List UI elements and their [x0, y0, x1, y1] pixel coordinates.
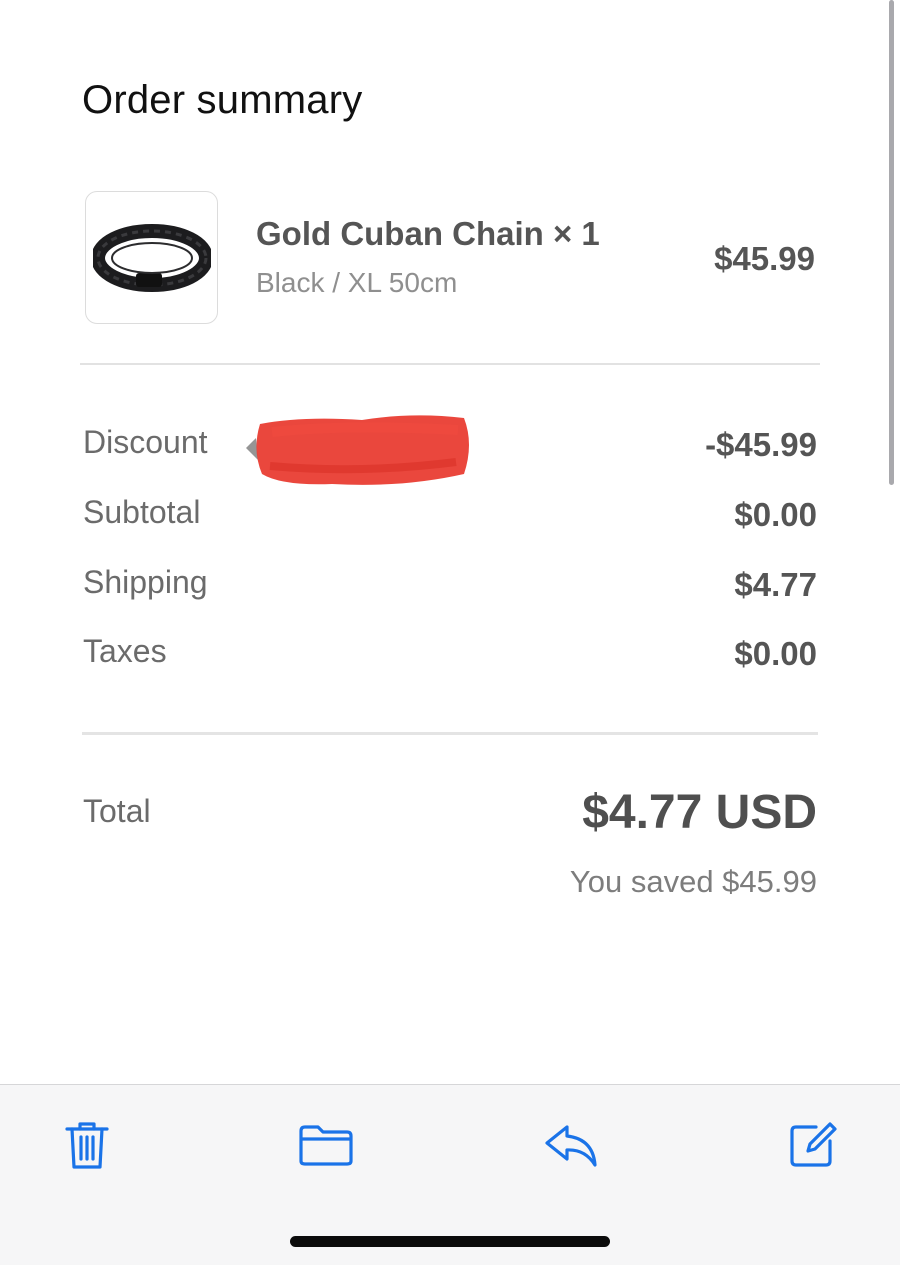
- compose-icon: [790, 1122, 837, 1167]
- email-view: Order summary Gold Cuban Chain × 1 Black…: [0, 0, 900, 1265]
- subtotal-row: Subtotal $0.00: [83, 494, 817, 538]
- discount-value: -$45.99: [705, 426, 817, 463]
- subtotal-label: Subtotal: [83, 494, 201, 530]
- scrollbar[interactable]: [889, 0, 894, 485]
- bracelet-image: [92, 223, 211, 292]
- folder-icon: [299, 1125, 353, 1166]
- taxes-label: Taxes: [83, 633, 167, 669]
- taxes-value: $0.00: [734, 635, 817, 672]
- trash-icon: [65, 1122, 109, 1169]
- order-summary-title: Order summary: [82, 78, 363, 122]
- total-value: $4.77 USD: [582, 786, 817, 839]
- subtotal-value: $0.00: [734, 496, 817, 533]
- taxes-row: Taxes $0.00: [83, 633, 817, 677]
- shipping-row: Shipping $4.77: [83, 564, 817, 608]
- divider: [82, 732, 818, 735]
- discount-label: Discount: [83, 424, 208, 460]
- product-price: $45.99: [714, 240, 815, 277]
- product-name: Gold Cuban Chain × 1: [256, 215, 600, 252]
- reply-button[interactable]: [540, 1115, 600, 1175]
- divider: [80, 363, 820, 365]
- delete-button[interactable]: [57, 1115, 117, 1175]
- home-indicator[interactable]: [290, 1236, 610, 1247]
- shipping-label: Shipping: [83, 564, 208, 600]
- total-label: Total: [83, 793, 151, 829]
- product-thumbnail: [85, 191, 218, 324]
- reply-icon: [545, 1125, 597, 1167]
- product-variant: Black / XL 50cm: [256, 267, 458, 298]
- move-to-folder-button[interactable]: [296, 1115, 356, 1175]
- compose-button[interactable]: [782, 1115, 842, 1175]
- redaction-scribble: [246, 415, 469, 485]
- shipping-value: $4.77: [734, 566, 817, 603]
- savings-text: You saved $45.99: [569, 864, 817, 899]
